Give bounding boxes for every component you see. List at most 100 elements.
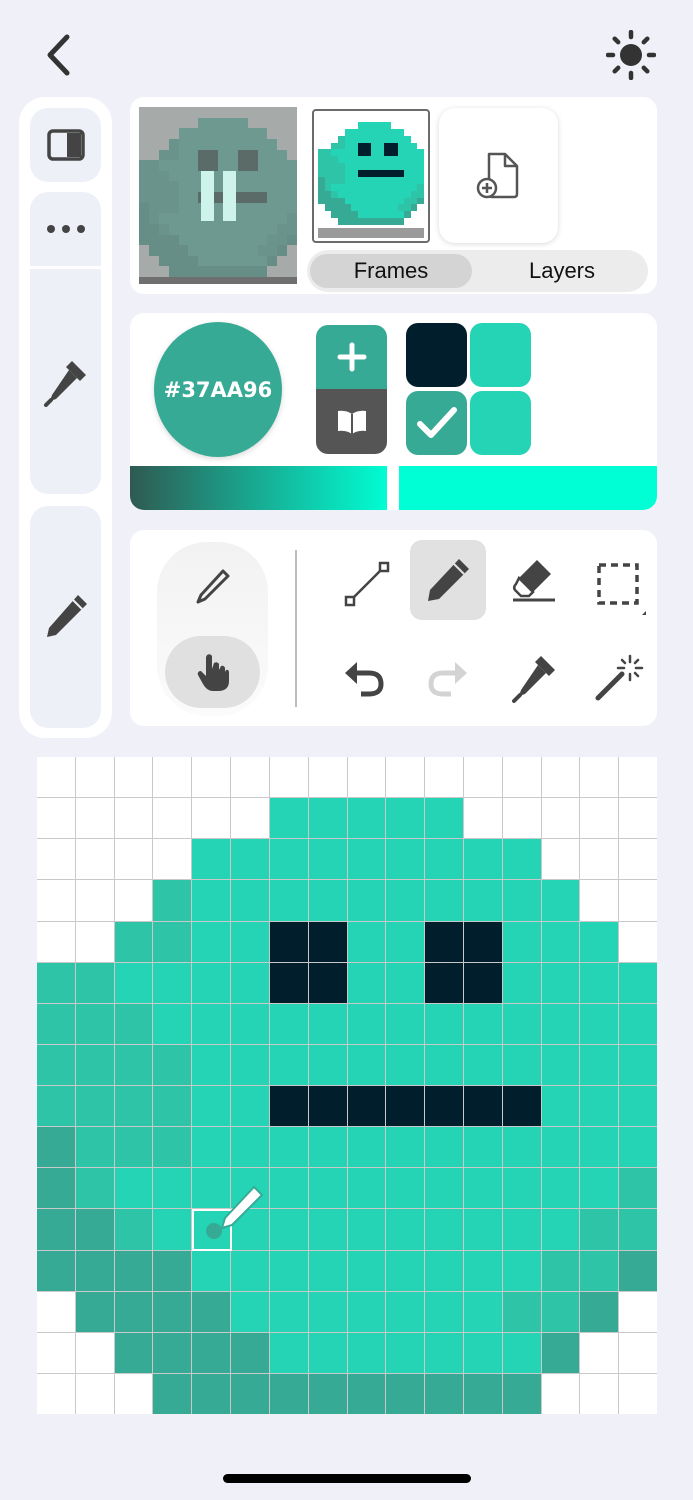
pixel-cell[interactable]	[619, 1086, 657, 1127]
pixel-cell[interactable]	[269, 839, 308, 880]
pixel-cell[interactable]	[425, 1209, 463, 1250]
pixel-cell[interactable]	[386, 962, 425, 1003]
pixel-cell[interactable]	[231, 839, 269, 880]
gradient-slider-handle[interactable]	[387, 466, 399, 510]
pixel-cell[interactable]	[269, 1127, 308, 1168]
pixel-cell[interactable]	[192, 1003, 231, 1044]
pixel-cell[interactable]	[386, 1086, 425, 1127]
pixel-cell[interactable]	[75, 1086, 114, 1127]
pixel-cell[interactable]	[308, 1291, 347, 1332]
pixel-cell[interactable]	[580, 962, 619, 1003]
pixel-cell[interactable]	[192, 1127, 231, 1168]
pixel-cell[interactable]	[580, 1373, 619, 1414]
pixel-cell[interactable]	[541, 1168, 580, 1209]
back-button[interactable]	[36, 30, 80, 80]
pixel-cell[interactable]	[192, 880, 231, 921]
pixel-cell[interactable]	[269, 1086, 308, 1127]
pixel-cell[interactable]	[114, 757, 153, 798]
pixel-cell[interactable]	[37, 1168, 75, 1209]
pixel-cell[interactable]	[75, 1003, 114, 1044]
pixel-cell[interactable]	[347, 880, 386, 921]
pixel-cell[interactable]	[619, 1250, 657, 1291]
pixel-cell[interactable]	[231, 1373, 269, 1414]
magic-wand-tool-button[interactable]	[580, 638, 656, 718]
pixel-cell[interactable]	[192, 798, 231, 839]
pixel-cell[interactable]	[37, 880, 75, 921]
pixel-cell[interactable]	[75, 880, 114, 921]
pixel-cell[interactable]	[386, 798, 425, 839]
pixel-cell[interactable]	[231, 757, 269, 798]
pixel-cell[interactable]	[463, 921, 502, 962]
pixel-cell[interactable]	[192, 1291, 231, 1332]
select-tool-button[interactable]	[580, 540, 656, 620]
pixel-cell[interactable]	[502, 798, 541, 839]
pixel-cell[interactable]	[153, 1250, 192, 1291]
redo-button[interactable]	[410, 638, 486, 718]
pixel-cell[interactable]	[541, 798, 580, 839]
pixel-cell[interactable]	[114, 1168, 153, 1209]
pixel-cell[interactable]	[502, 1086, 541, 1127]
pixel-cell[interactable]	[308, 1373, 347, 1414]
pixel-cell[interactable]	[269, 798, 308, 839]
eraser-tool-button[interactable]	[496, 540, 572, 620]
pixel-cell[interactable]	[308, 1332, 347, 1373]
pixel-cell[interactable]	[37, 757, 75, 798]
pixel-cell[interactable]	[75, 1332, 114, 1373]
pixel-cell[interactable]	[386, 757, 425, 798]
pixel-cell[interactable]	[619, 962, 657, 1003]
pixel-cell[interactable]	[463, 1291, 502, 1332]
pixel-cell[interactable]	[502, 921, 541, 962]
pixel-cell[interactable]	[114, 1291, 153, 1332]
pixel-cell[interactable]	[308, 798, 347, 839]
pixel-cell[interactable]	[386, 1332, 425, 1373]
pixel-cell[interactable]	[619, 839, 657, 880]
pixel-cell[interactable]	[75, 962, 114, 1003]
pixel-cell[interactable]	[308, 1250, 347, 1291]
pixel-cell[interactable]	[580, 1044, 619, 1085]
pixel-cell[interactable]	[192, 1086, 231, 1127]
pixel-cell[interactable]	[541, 839, 580, 880]
pixel-cell[interactable]	[192, 962, 231, 1003]
pixel-cell[interactable]	[502, 757, 541, 798]
pixel-cell[interactable]	[153, 839, 192, 880]
palette-swatch-selected[interactable]	[406, 391, 467, 455]
pixel-cell[interactable]	[114, 1332, 153, 1373]
pixel-cell[interactable]	[153, 880, 192, 921]
pixel-cell[interactable]	[580, 1003, 619, 1044]
pixel-cell[interactable]	[541, 1373, 580, 1414]
pixel-cell[interactable]	[541, 880, 580, 921]
pixel-cell[interactable]	[386, 839, 425, 880]
pixel-cell[interactable]	[269, 1291, 308, 1332]
pixel-cell[interactable]	[269, 1168, 308, 1209]
pixel-cell[interactable]	[269, 1003, 308, 1044]
pixel-cell[interactable]	[386, 1127, 425, 1168]
pixel-cell[interactable]	[463, 1003, 502, 1044]
pixel-cell[interactable]	[619, 1003, 657, 1044]
pixel-cell[interactable]	[37, 1003, 75, 1044]
pixel-cell[interactable]	[580, 1127, 619, 1168]
pixel-cell[interactable]	[541, 1086, 580, 1127]
palette-library-button[interactable]	[316, 389, 387, 454]
pixel-cell[interactable]	[386, 1291, 425, 1332]
pixel-cell[interactable]	[153, 1003, 192, 1044]
undo-button[interactable]	[326, 638, 402, 718]
current-color-button[interactable]: #37AA96	[154, 322, 282, 457]
pixel-cell[interactable]	[347, 1086, 386, 1127]
tab-layers[interactable]: Layers	[479, 254, 645, 288]
theme-toggle-button[interactable]	[604, 28, 658, 82]
pixel-cell[interactable]	[541, 962, 580, 1003]
pixel-cell[interactable]	[386, 1003, 425, 1044]
more-options-button[interactable]	[30, 192, 101, 266]
pixel-cell[interactable]	[308, 839, 347, 880]
pixel-cell[interactable]	[269, 1373, 308, 1414]
pixel-cell[interactable]	[386, 1209, 425, 1250]
pencil-tool-button[interactable]	[410, 540, 486, 620]
pixel-cell[interactable]	[502, 1373, 541, 1414]
pixel-cell[interactable]	[619, 798, 657, 839]
pixel-cell[interactable]	[308, 1127, 347, 1168]
pixel-cell[interactable]	[619, 921, 657, 962]
pixel-cell[interactable]	[231, 880, 269, 921]
pixel-cell[interactable]	[269, 1250, 308, 1291]
pixel-cell[interactable]	[153, 1127, 192, 1168]
pixel-cell[interactable]	[347, 1168, 386, 1209]
